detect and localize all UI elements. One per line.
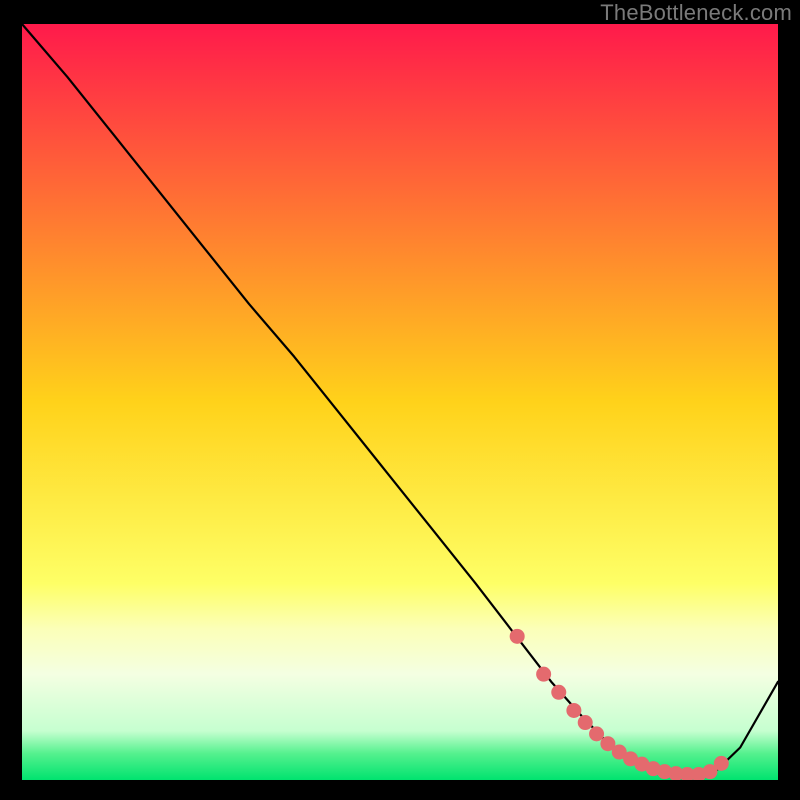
marker-dot <box>566 703 581 718</box>
marker-dot <box>714 756 729 771</box>
marker-dot <box>551 685 566 700</box>
chart-stage: TheBottleneck.com <box>0 0 800 800</box>
marker-dot <box>589 726 604 741</box>
watermark-text: TheBottleneck.com <box>600 0 792 26</box>
marker-dot <box>578 715 593 730</box>
marker-dot <box>510 629 525 644</box>
marker-dot <box>536 667 551 682</box>
plot-svg <box>22 24 778 780</box>
plot-area <box>22 24 778 780</box>
gradient-background <box>22 24 778 780</box>
